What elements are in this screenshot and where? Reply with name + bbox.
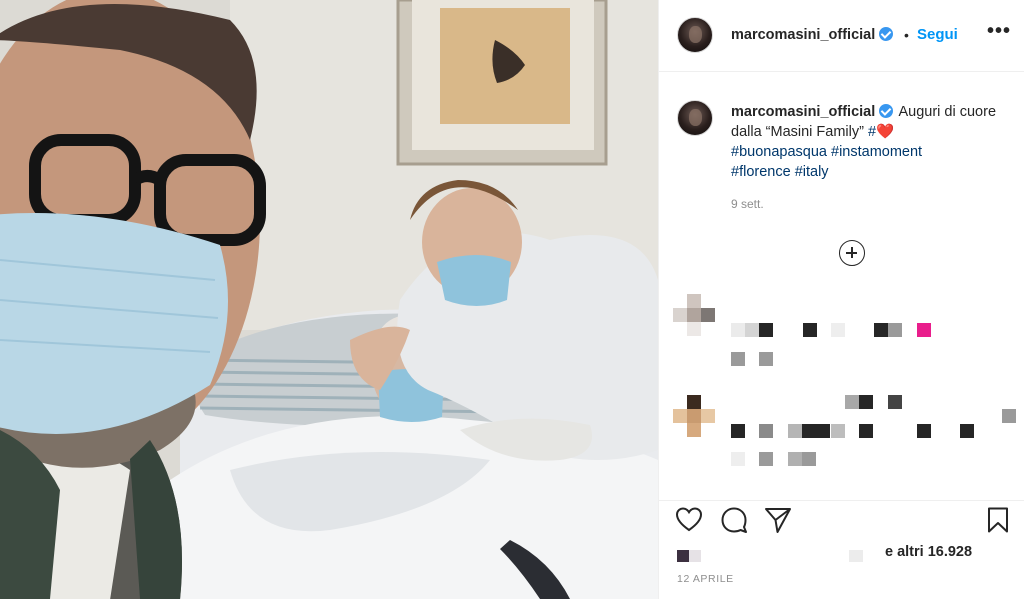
hashtag-link[interactable]: #florence [731,164,791,180]
pixel-block [673,409,687,423]
follow-button[interactable]: Segui [917,26,958,43]
pixel-block [731,352,745,366]
pixel-block [689,550,701,562]
pixel-block [859,424,873,438]
pixel-block [803,323,817,337]
pixel-block [745,323,759,337]
pixel-block [874,323,888,337]
caption-timestamp[interactable]: 9 sett. [731,197,764,211]
pixel-block [1002,409,1016,423]
post-header: marcomasini_official • Segui ••• [659,0,1024,72]
pixel-block [960,424,974,438]
pixel-block [888,395,902,409]
pixel-block [788,452,802,466]
pixel-block [687,395,701,409]
pixel-block [788,424,802,438]
pixel-block [759,452,773,466]
pixel-block [917,323,931,337]
caption-username-text[interactable]: marcomasini_official [731,104,875,120]
bookmark-icon[interactable] [983,505,1013,535]
hash-link[interactable]: # [868,124,876,140]
action-bar [659,500,1024,540]
pixel-block [816,424,830,438]
pixel-block [849,550,863,562]
plus-circle-icon[interactable] [839,240,865,266]
pixel-block [673,308,687,322]
pixel-block [917,424,931,438]
pixel-block [687,322,701,336]
pixel-block [831,424,845,438]
post-panel: marcomasini_official • Segui ••• marcoma… [658,0,1024,599]
pixel-block [759,323,773,337]
pixel-block [759,352,773,366]
heart-icon[interactable] [674,505,704,535]
likes-count[interactable]: e altri 16.928 [885,544,972,560]
share-icon[interactable] [763,505,793,535]
pixel-block [845,395,859,409]
pixel-block [687,423,701,437]
verified-badge-icon [879,104,894,118]
pixel-block [759,424,773,438]
pixel-block [677,550,689,562]
post-image [0,0,658,599]
hashtag-link[interactable]: #italy [795,164,829,180]
pixel-block [731,452,745,466]
hashtag-link[interactable]: #buonapasqua [731,144,827,160]
pixel-block [701,308,715,322]
pixel-block [701,409,715,423]
header-avatar[interactable] [677,17,713,53]
caption-text: marcomasini_official Auguri di cuore dal… [731,102,1011,182]
pixel-block [731,323,745,337]
verified-badge-icon [879,27,894,41]
pixel-block [687,308,701,322]
pixel-block [859,395,873,409]
comment-icon[interactable] [719,505,749,535]
pixel-block [802,424,816,438]
caption-username[interactable]: marcomasini_official [731,104,894,120]
pixel-block [888,323,902,337]
hashtag-link[interactable]: #instamoment [831,144,922,160]
separator-dot: • [904,27,909,43]
more-options-icon[interactable]: ••• [987,20,1011,43]
header-username-text[interactable]: marcomasini_official [731,27,875,43]
post-photo[interactable] [0,0,658,599]
caption-avatar[interactable] [677,100,713,136]
pixel-block [731,424,745,438]
pixel-block [687,409,701,423]
pixel-block [831,323,845,337]
pixel-block [687,294,701,308]
post-date[interactable]: 12 APRILE [677,573,734,585]
header-username[interactable]: marcomasini_official [731,27,894,43]
heart-emoji: ❤️ [876,124,895,140]
pixel-block [802,452,816,466]
